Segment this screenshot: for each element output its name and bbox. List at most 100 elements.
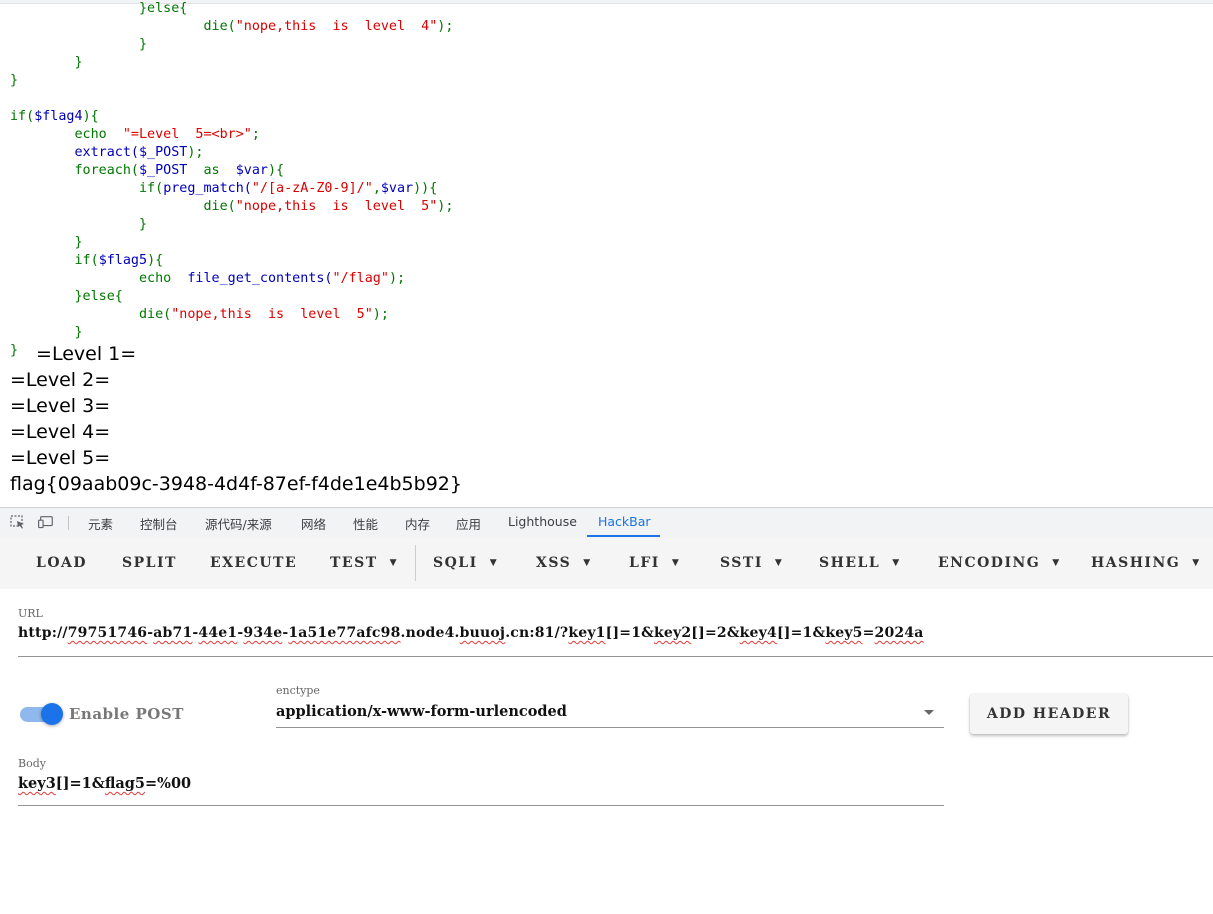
ssti-button[interactable]: SSTI ▼ (720, 555, 783, 571)
chevron-down-icon[interactable] (924, 710, 934, 715)
enctype-label: enctype (276, 684, 320, 697)
code-token: "/[a-zA-Z0-9]/" (251, 181, 373, 196)
code-token: ); (437, 19, 454, 34)
spellcheck-word: key3 (18, 775, 56, 792)
code-token: file_get_contents( (187, 271, 333, 286)
code-token: $var (235, 163, 268, 178)
devtools-tabbar: 元素 控制台 源代码/来源 网络 性能 内存 应用 Lighthouse HackBar (0, 507, 1213, 538)
toolbar-divider (415, 545, 416, 581)
code-line: } (10, 72, 18, 90)
code-token: ){ (147, 253, 164, 268)
spellcheck-word: key5 (825, 625, 863, 641)
hackbar-toolbar: LOAD SPLIT EXECUTE TEST ▼ SQLI ▼ XSS ▼ LFI ▼ SSTI ▼ S… (0, 537, 1213, 589)
code-line: } (10, 234, 83, 252)
code-token: $_POST (139, 145, 188, 160)
caret-down-icon: ▼ (583, 558, 592, 568)
spellcheck-word: 934e (243, 625, 283, 641)
code-token: } (10, 343, 19, 358)
body-underline (18, 805, 944, 806)
spellcheck-word: key2 (654, 625, 692, 641)
caret-down-icon: ▼ (489, 558, 499, 568)
button-label: ENCODING (938, 555, 1041, 571)
code-token: ){ (82, 109, 99, 124)
device-toggle-icon[interactable] (38, 515, 54, 529)
enable-post-toggle[interactable] (41, 703, 63, 725)
lfi-button[interactable]: LFI ▼ (629, 555, 680, 571)
code-line: foreach($_POST as $var){ (10, 162, 285, 180)
code-token: "/flag" (332, 271, 389, 286)
caret-down-icon: ▼ (671, 558, 681, 568)
button-label: LFI (629, 555, 660, 571)
code-line: } (10, 342, 18, 360)
code-token: $flag4 (34, 109, 83, 124)
code-line: } (10, 324, 83, 342)
code-token: ); (187, 145, 204, 160)
code-token: "=Level 5=<br>" (122, 127, 252, 142)
code-token: foreach( (74, 163, 140, 178)
code-line: die("nope,this is level 4"); (10, 18, 453, 36)
shell-button[interactable]: SHELL ▼ (819, 555, 901, 571)
devtools-tab[interactable]: 元素 (88, 514, 113, 533)
spellcheck-word: 79751746 (67, 625, 148, 641)
xss-button[interactable]: XSS ▼ (536, 555, 592, 571)
code-line: extract($_POST); (10, 144, 204, 162)
code-token: } (139, 37, 148, 52)
devtools-tab[interactable]: HackBar (598, 514, 651, 529)
code-line: if($flag4){ (10, 108, 99, 126)
code-token: "nope,this is level 4" (235, 19, 438, 34)
level-output: =Level 5= (10, 447, 111, 469)
button-label: SPLIT (122, 555, 177, 571)
level-output: =Level 3= (10, 395, 111, 417)
execute-button[interactable]: EXECUTE (210, 555, 297, 571)
code-token: ); (437, 199, 454, 214)
code-token: ){ (268, 163, 285, 178)
enctype-underline (276, 727, 944, 728)
caret-down-icon: ▼ (774, 558, 784, 568)
code-token: if( (74, 253, 99, 268)
devtools-tab[interactable]: 内存 (405, 514, 430, 533)
body-input[interactable]: key3[]=1&flag5=%00 (18, 775, 191, 792)
code-line: } (10, 54, 83, 72)
devtools-tab[interactable]: 性能 (353, 514, 378, 533)
enctype-select[interactable]: application/x-www-form-urlencoded (276, 703, 567, 720)
add-header-button[interactable]: ADD HEADER (970, 694, 1128, 734)
code-token: ); (372, 307, 389, 322)
code-token: extract( (74, 145, 140, 160)
sqli-button[interactable]: SQLI ▼ (433, 555, 498, 571)
code-token: }else{ (139, 1, 188, 16)
caret-down-icon: ▼ (1052, 558, 1061, 568)
level-output: =Level 1= (30, 343, 137, 365)
hashing-button[interactable]: HASHING ▼ (1091, 555, 1201, 571)
code-token: $_POST (139, 163, 204, 178)
devtools-tab[interactable]: 应用 (456, 514, 481, 533)
devtools-tab[interactable]: 源代码/来源 (205, 514, 272, 533)
body-label: Body (18, 757, 46, 770)
spellcheck-word: ab71 (153, 625, 193, 641)
code-token: } (10, 73, 19, 88)
split-button[interactable]: SPLIT (122, 555, 177, 571)
spellcheck-word: buuoj (459, 625, 506, 641)
load-button[interactable]: LOAD (36, 555, 87, 571)
code-token: die( (139, 307, 172, 322)
flag-output: flag{09aab09c-3948-4d4f-87ef-f4de1e4b5b9… (10, 473, 462, 495)
code-token: "nope,this is level 5" (171, 307, 373, 322)
button-label: EXECUTE (210, 555, 298, 571)
url-label: URL (18, 607, 43, 620)
test-button[interactable]: TEST ▼ (330, 555, 398, 571)
code-token: "nope,this is level 5" (235, 199, 438, 214)
toolbar-divider (68, 516, 69, 530)
caret-down-icon: ▼ (1192, 558, 1201, 568)
url-underline (18, 656, 1213, 657)
code-line: die("nope,this is level 5"); (10, 198, 453, 216)
devtools-tab[interactable]: 控制台 (140, 514, 178, 533)
devtools-tab[interactable]: 网络 (301, 514, 326, 533)
code-token: preg_match( (163, 181, 252, 196)
code-token: if( (139, 181, 164, 196)
url-input[interactable]: http://79751746-ab71-44e1-934e-1a51e77af… (18, 625, 924, 641)
inspect-element-icon[interactable] (10, 515, 26, 529)
devtools-tab[interactable]: Lighthouse (508, 514, 577, 529)
level-output: =Level 4= (10, 421, 111, 443)
encoding-button[interactable]: ENCODING ▼ (938, 555, 1061, 571)
button-label: SSTI (720, 555, 763, 571)
code-line: if(preg_match("/[a-zA-Z0-9]/",$var)){ (10, 180, 437, 198)
